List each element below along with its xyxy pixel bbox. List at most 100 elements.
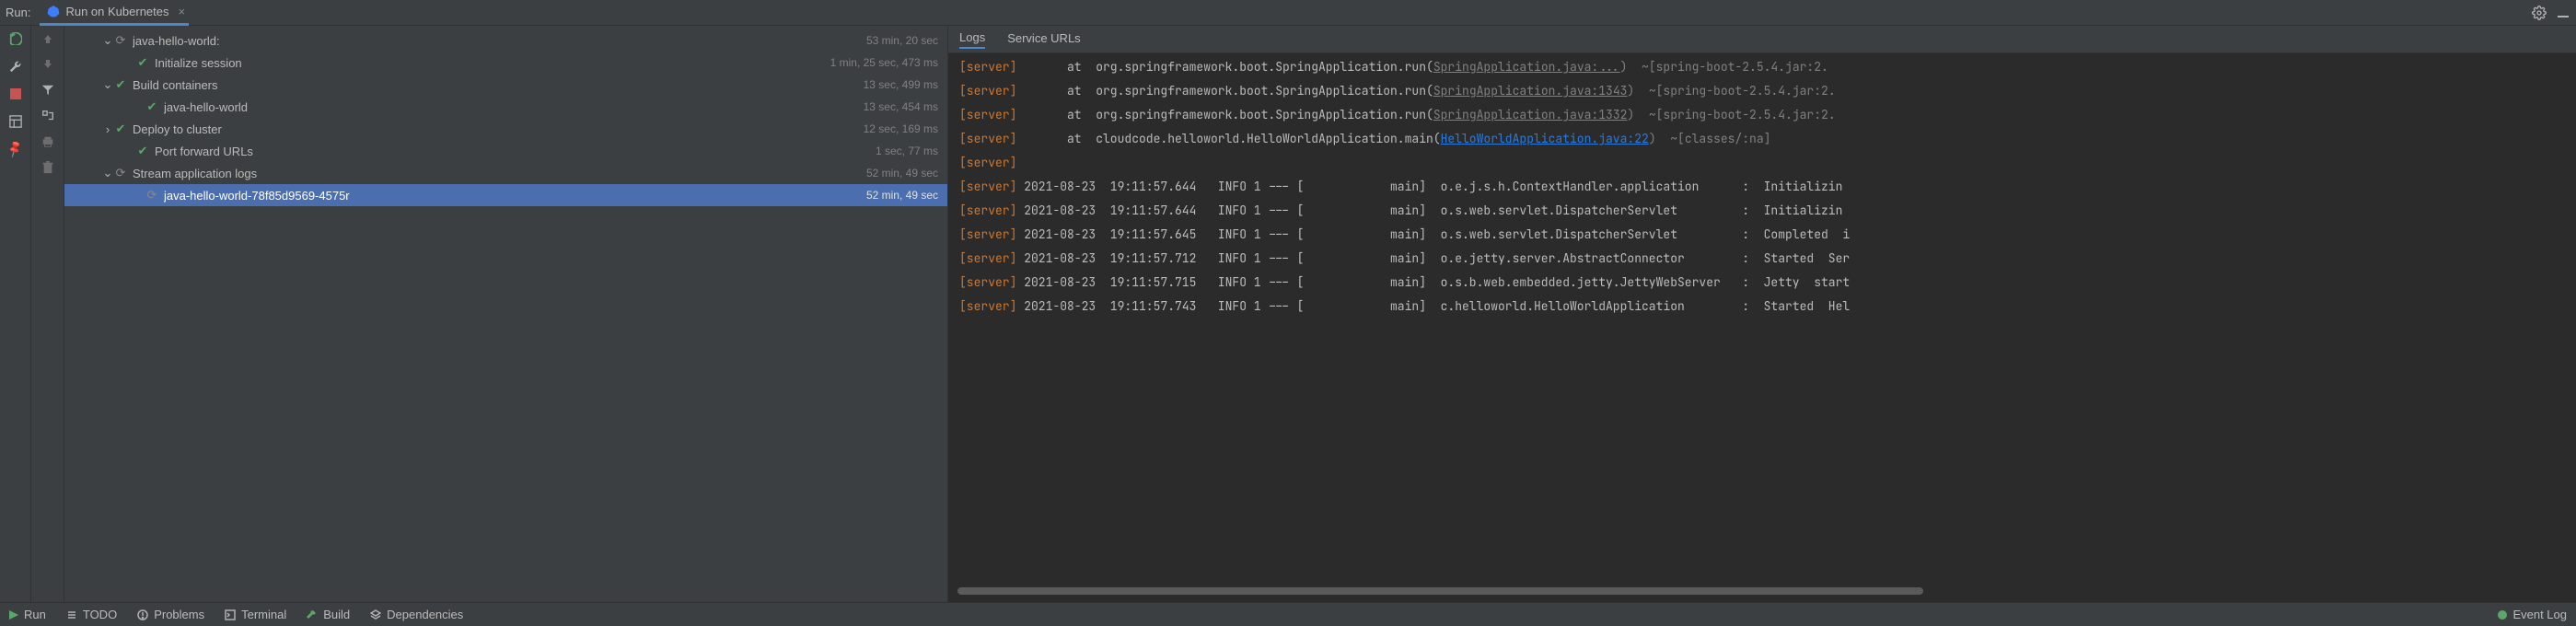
tree-time: 52 min, 49 sec — [866, 189, 938, 202]
tree-row-build-child[interactable]: ✔ java-hello-world 13 sec, 454 ms — [64, 96, 947, 118]
print-icon[interactable] — [41, 134, 55, 149]
server-tag: [server] — [959, 155, 1016, 170]
list-icon — [66, 609, 77, 620]
log-line: 2021-08-23 19:11:57.743 INFO 1 --- [ mai… — [1016, 298, 1850, 314]
status-event-log[interactable]: Event Log — [2498, 608, 2567, 621]
tree-label: Deploy to cluster — [133, 122, 864, 136]
tree-row-pod[interactable]: ⟳ java-hello-world-78f85d9569-4575r 52 m… — [64, 184, 947, 206]
check-icon: ✔ — [136, 55, 149, 70]
tree-time: 12 sec, 169 ms — [864, 122, 938, 135]
wrench-icon[interactable] — [8, 59, 23, 74]
tree-label: Stream application logs — [133, 167, 866, 180]
run-toolbar-left: 📌 — [0, 26, 31, 602]
server-tag: [server] — [959, 274, 1016, 290]
tree-time: 1 sec, 77 ms — [876, 145, 938, 157]
chevron-down-icon: ⌄ — [101, 77, 114, 92]
run-config-tab-label: Run on Kubernetes — [65, 5, 168, 18]
run-label: Run: — [6, 6, 30, 19]
horizontal-scrollbar[interactable] — [957, 585, 2567, 597]
expand-icon[interactable] — [41, 109, 55, 123]
chevron-down-icon: ⌄ — [101, 166, 114, 180]
tree-row-root[interactable]: ⌄ ⟳ java-hello-world: 53 min, 20 sec — [64, 29, 947, 52]
spinner-icon: ⟳ — [145, 188, 158, 203]
status-dependencies[interactable]: Dependencies — [370, 608, 463, 621]
status-todo[interactable]: TODO — [66, 608, 117, 621]
tree-row-build[interactable]: ⌄ ✔ Build containers 13 sec, 499 ms — [64, 74, 947, 96]
tab-service-urls[interactable]: Service URLs — [1007, 31, 1080, 48]
server-tag: [server] — [959, 59, 1016, 75]
filter-icon[interactable] — [41, 83, 55, 98]
run-panel-header: Run: Run on Kubernetes × — [0, 0, 2576, 26]
spinner-icon: ⟳ — [114, 166, 127, 180]
check-icon: ✔ — [136, 144, 149, 158]
scrollbar-thumb[interactable] — [957, 587, 1923, 595]
server-tag: [server] — [959, 131, 1016, 146]
check-icon: ✔ — [114, 77, 127, 92]
status-terminal[interactable]: Terminal — [225, 608, 286, 621]
tree-row-init[interactable]: ✔ Initialize session 1 min, 25 sec, 473 … — [64, 52, 947, 74]
log-line: 2021-08-23 19:11:57.712 INFO 1 --- [ mai… — [1016, 250, 1850, 266]
tree-row-stream[interactable]: ⌄ ⟳ Stream application logs 52 min, 49 s… — [64, 162, 947, 184]
server-tag: [server] — [959, 83, 1016, 99]
tree-time: 13 sec, 499 ms — [864, 78, 938, 91]
chevron-right-icon: › — [101, 122, 114, 136]
tree-label: Build containers — [133, 78, 864, 92]
log-pane: Logs Service URLs [server] at org.spring… — [948, 26, 2576, 602]
minimize-icon[interactable] — [2556, 6, 2570, 20]
layout-icon[interactable] — [8, 114, 23, 129]
kubernetes-icon — [47, 5, 60, 17]
log-output[interactable]: [server] at org.springframework.boot.Spr… — [948, 53, 2576, 585]
log-link[interactable]: SpringApplication.java:1332 — [1433, 107, 1628, 122]
log-line: 2021-08-23 19:11:57.715 INFO 1 --- [ mai… — [1016, 274, 1850, 290]
tree-label: java-hello-world — [164, 100, 864, 114]
log-link[interactable]: SpringApplication.java:1343 — [1433, 83, 1628, 99]
tree-time: 53 min, 20 sec — [866, 34, 938, 47]
server-tag: [server] — [959, 203, 1016, 218]
check-icon: ✔ — [145, 99, 158, 114]
pin-icon[interactable]: 📌 — [8, 142, 23, 156]
server-tag: [server] — [959, 179, 1016, 194]
log-line: 2021-08-23 19:11:57.644 INFO 1 --- [ mai… — [1016, 203, 1842, 218]
status-run[interactable]: Run — [9, 608, 46, 621]
chevron-down-icon: ⌄ — [101, 33, 114, 48]
run-toolbar-secondary — [31, 26, 64, 602]
hammer-icon — [307, 609, 318, 620]
rerun-icon[interactable] — [8, 31, 23, 46]
tree-label: java-hello-world-78f85d9569-4575r — [164, 189, 866, 203]
server-tag: [server] — [959, 298, 1016, 314]
arrow-up-icon[interactable] — [41, 31, 55, 46]
run-config-tab[interactable]: Run on Kubernetes × — [40, 0, 189, 26]
status-build[interactable]: Build — [307, 608, 350, 621]
tree-time: 1 min, 25 sec, 473 ms — [830, 56, 938, 69]
log-line: 2021-08-23 19:11:57.644 INFO 1 --- [ mai… — [1016, 179, 1842, 194]
tree-row-deploy[interactable]: › ✔ Deploy to cluster 12 sec, 169 ms — [64, 118, 947, 140]
log-link[interactable]: SpringApplication.java:... — [1433, 59, 1620, 75]
layers-icon — [370, 609, 381, 620]
warning-icon — [137, 609, 148, 620]
tree-row-port-forward[interactable]: ✔ Port forward URLs 1 sec, 77 ms — [64, 140, 947, 162]
gear-icon[interactable] — [2532, 6, 2547, 20]
terminal-icon — [225, 609, 236, 620]
status-dot-icon — [2498, 610, 2507, 620]
trash-icon[interactable] — [41, 160, 55, 175]
tree-label: java-hello-world: — [133, 34, 866, 48]
log-line: 2021-08-23 19:11:57.645 INFO 1 --- [ mai… — [1016, 226, 1850, 242]
server-tag: [server] — [959, 226, 1016, 242]
log-link[interactable]: HelloWorldApplication.java:22 — [1441, 131, 1649, 146]
tree-time: 13 sec, 454 ms — [864, 100, 938, 113]
arrow-down-icon[interactable] — [41, 57, 55, 72]
status-problems[interactable]: Problems — [137, 608, 204, 621]
tree-time: 52 min, 49 sec — [866, 167, 938, 180]
tab-logs[interactable]: Logs — [959, 30, 985, 49]
status-bar: Run TODO Problems Terminal Build Depende… — [0, 602, 2576, 626]
tree-label: Initialize session — [155, 56, 830, 70]
server-tag: [server] — [959, 107, 1016, 122]
check-icon: ✔ — [114, 122, 127, 136]
server-tag: [server] — [959, 250, 1016, 266]
log-tabs: Logs Service URLs — [948, 26, 2576, 53]
play-icon — [9, 610, 18, 620]
run-tree: ⌄ ⟳ java-hello-world: 53 min, 20 sec ✔ I… — [64, 26, 948, 602]
stop-icon[interactable] — [8, 87, 23, 101]
tree-label: Port forward URLs — [155, 145, 876, 158]
close-icon[interactable]: × — [179, 5, 186, 18]
